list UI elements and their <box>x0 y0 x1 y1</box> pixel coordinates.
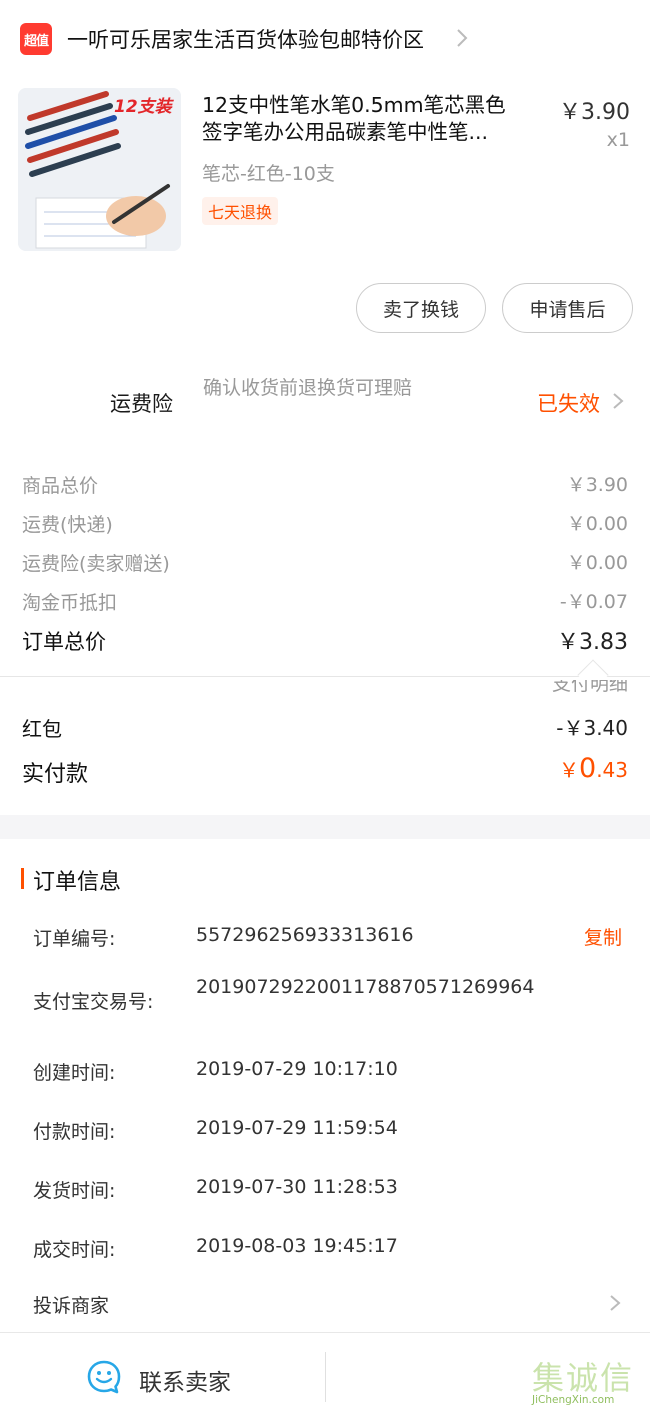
completed-time-value: 2019-08-03 19:45:17 <box>196 1235 398 1257</box>
after-sale-button[interactable]: 申请售后 <box>502 283 633 333</box>
red-packet-value: -￥3.40 <box>556 716 628 740</box>
sell-exchange-button[interactable]: 卖了换钱 <box>356 283 486 333</box>
chevron-right-icon[interactable] <box>607 1291 623 1315</box>
order-number-label: 订单编号: <box>33 928 116 950</box>
alipay-trade-value: 2019072922001178870571269964 <box>196 976 535 998</box>
fee-value: ￥3.90 <box>566 474 628 496</box>
order-info-title: 订单信息 <box>33 870 122 895</box>
fee-value: -￥0.07 <box>559 591 628 613</box>
created-time-value: 2019-07-29 10:17:10 <box>196 1058 398 1080</box>
fee-label: 运费险(卖家赠送) <box>22 553 170 575</box>
product-price: ￥3.90 <box>559 100 630 125</box>
paid-time-label: 付款时间: <box>33 1121 116 1143</box>
payment-detail-text: 支付明细 <box>551 680 628 694</box>
product-title-line1: 12支中性笔水笔0.5mm笔芯黑色 <box>202 93 506 117</box>
shipped-time-label: 发货时间: <box>33 1180 116 1202</box>
product-title-line2: 签字笔办公用品碳素笔中性笔... <box>202 120 489 144</box>
section-separator <box>0 815 650 839</box>
product-thumbnail[interactable]: 12支装 <box>18 88 181 251</box>
watermark: 集诚信 JiChengXin.com <box>532 1360 644 1408</box>
fee-value: ￥0.00 <box>566 552 628 574</box>
contact-seller-button[interactable]: 联系卖家 <box>139 1363 231 1397</box>
alipay-trade-label: 支付宝交易号: <box>33 991 154 1013</box>
fee-value: ￥0.00 <box>566 513 628 535</box>
chevron-right-icon[interactable] <box>610 389 626 413</box>
product-quantity: x1 <box>606 129 630 151</box>
red-packet-label: 红包 <box>22 717 62 741</box>
actual-paid-currency: ￥ <box>559 758 579 782</box>
insurance-description: 确认收货前退换货可理赔 <box>203 377 413 399</box>
order-number-value: 557296256933313616 <box>196 924 414 946</box>
created-time-label: 创建时间: <box>33 1062 116 1084</box>
chat-bubble-smile-icon[interactable] <box>86 1359 122 1395</box>
actual-paid-label: 实付款 <box>22 762 89 787</box>
order-total-value: ￥3.83 <box>557 630 628 655</box>
payment-detail-link[interactable]: 支付明细 <box>552 680 628 694</box>
insurance-label: 运费险 <box>110 392 173 416</box>
product-title[interactable]: 12支中性笔水笔0.5mm笔芯黑色 签字笔办公用品碳素笔中性笔... <box>202 92 547 146</box>
order-total-label: 订单总价 <box>22 630 106 654</box>
complain-seller-link[interactable]: 投诉商家 <box>33 1291 109 1318</box>
watermark-text: 集诚信 <box>532 1359 635 1397</box>
actual-paid-decimal: .43 <box>596 758 628 782</box>
actual-paid-integer: 0 <box>579 753 597 784</box>
return-policy-tag: 七天退换 <box>202 197 279 225</box>
divider <box>0 676 650 677</box>
paid-time-value: 2019-07-29 11:59:54 <box>196 1117 398 1139</box>
actual-paid-value: ￥0.43 <box>559 753 628 784</box>
watermark-url: JiChengXin.com <box>532 1394 615 1406</box>
fee-label: 淘金币抵扣 <box>22 592 118 614</box>
section-accent-bar <box>21 868 24 889</box>
fee-label: 运费(快递) <box>22 514 113 536</box>
shop-badge: 超值 <box>20 23 52 55</box>
chevron-right-icon[interactable] <box>452 26 472 50</box>
product-sku: 笔芯-红色-10支 <box>202 163 335 185</box>
insurance-status[interactable]: 已失效 <box>537 388 600 418</box>
bottom-bar-divider <box>325 1352 326 1402</box>
shipped-time-value: 2019-07-30 11:28:53 <box>196 1176 398 1198</box>
shop-name[interactable]: 一听可乐居家生活百货体验包邮特价区 <box>67 24 424 54</box>
fee-label: 商品总价 <box>22 475 99 497</box>
product-image-badge: 12支装 <box>114 97 172 117</box>
completed-time-label: 成交时间: <box>33 1239 116 1261</box>
copy-button[interactable]: 复制 <box>584 923 622 950</box>
